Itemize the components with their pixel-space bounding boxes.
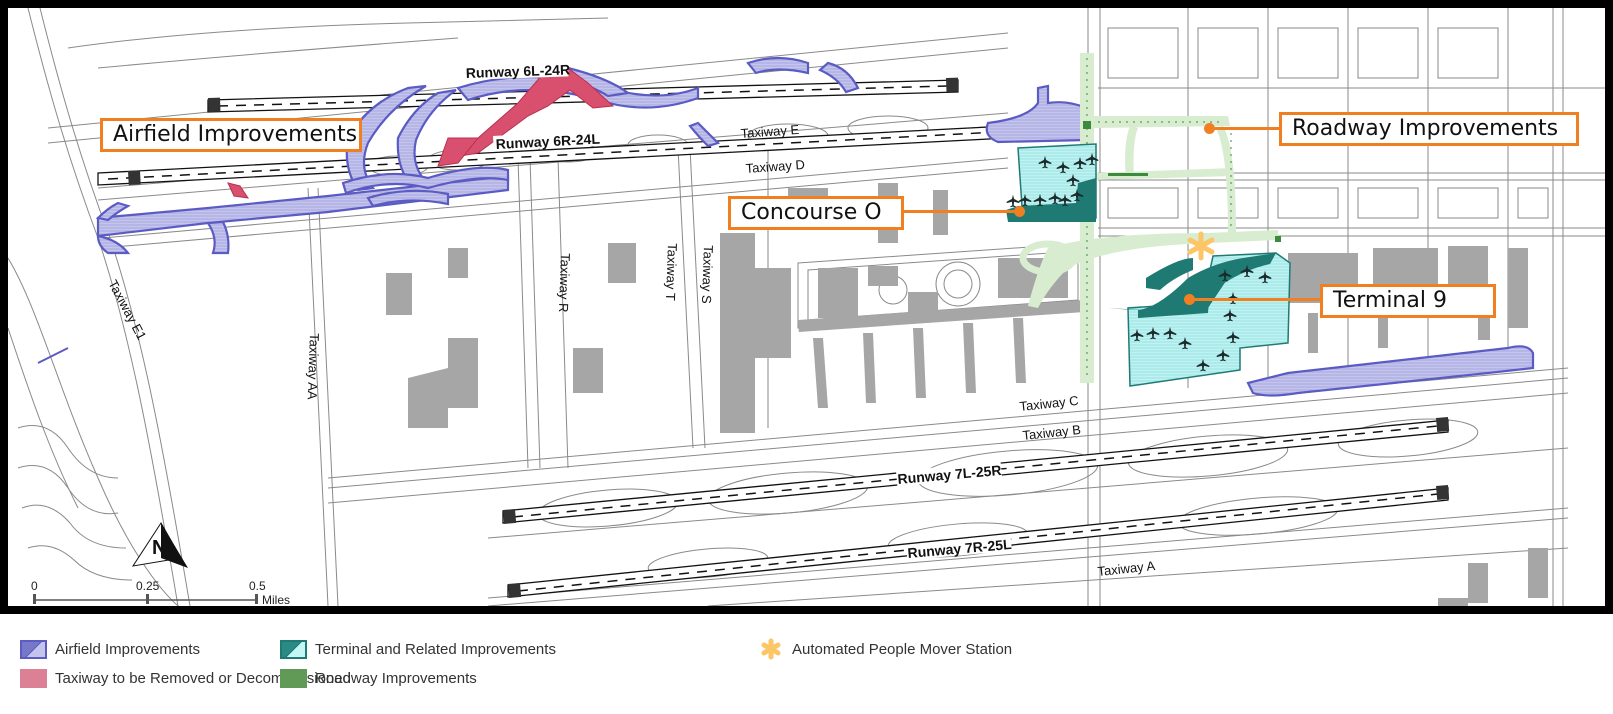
- map-frame: Runway 6L-24R Runway 6R-24L Runway 7L-25…: [0, 0, 1613, 614]
- north-arrow-icon: N: [131, 522, 191, 568]
- legend-label-airfield: Airfield Improvements: [55, 641, 201, 658]
- legend-swatch-taxiway-removed: [20, 669, 47, 688]
- leader-terminal-9: [1190, 298, 1322, 301]
- scale-unit: Miles: [262, 593, 290, 606]
- north-arrow-label: N: [152, 537, 166, 559]
- leader-concourse-o: [904, 210, 1020, 213]
- terminal-9-area[interactable]: [1083, 252, 1291, 387]
- legend-item-airfield: Airfield Improvements: [20, 640, 200, 659]
- map-legend: Airfield Improvements Taxiway to be Remo…: [0, 614, 1613, 714]
- leader-dot-concourse-o: [1014, 206, 1025, 217]
- scale-bar: 0 0.25 0.5 Miles: [31, 579, 290, 606]
- legend-label-roadway: Roadway Improvements: [315, 670, 477, 687]
- leader-dot-terminal-9: [1184, 294, 1195, 305]
- runway-label-7l-25r: Runway 7L-25R: [897, 462, 1002, 487]
- callout-concourse-o: Concourse O: [728, 196, 904, 230]
- legend-swatch-airfield: [20, 640, 47, 659]
- taxiway-label-b: Taxiway B: [1022, 422, 1082, 443]
- callout-terminal-9: Terminal 9: [1320, 284, 1496, 318]
- runway-label-7r-25l: Runway 7R-25L: [907, 536, 1013, 561]
- scale-tick-025: 0.25: [136, 579, 160, 593]
- scale-tick-05: 0.5: [249, 579, 266, 593]
- taxiway-label-c: Taxiway C: [1019, 393, 1079, 414]
- taxiway-label-aa: Taxiway AA: [305, 333, 322, 400]
- taxiway-label-d: Taxiway D: [745, 157, 805, 176]
- legend-label-terminal: Terminal and Related Improvements: [315, 641, 556, 658]
- legend-swatch-roadway: [280, 669, 307, 688]
- legend-label-apm: Automated People Mover Station: [792, 640, 1013, 658]
- callout-roadway-improvements: Roadway Improvements: [1279, 112, 1579, 146]
- callout-airfield-improvements: Airfield Improvements: [100, 118, 362, 152]
- legend-item-roadway: Roadway Improvements: [280, 669, 477, 688]
- apm-station-legend-icon: [761, 638, 781, 660]
- leader-roadway: [1211, 127, 1281, 130]
- legend-swatch-terminal: [280, 640, 307, 659]
- leader-dot-roadway: [1204, 123, 1215, 134]
- taxiway-label-t: Taxiway T: [663, 243, 680, 301]
- scale-tick-0: 0: [31, 579, 38, 593]
- taxiway-label-a: Taxiway A: [1097, 558, 1156, 579]
- taxiway-label-e1: Taxiway E1: [105, 277, 149, 342]
- taxiway-label-r: Taxiway R: [556, 253, 573, 313]
- legend-item-apm: Automated People Mover Station: [760, 638, 1012, 660]
- taxiway-label-s: Taxiway S: [699, 245, 716, 304]
- legend-item-terminal: Terminal and Related Improvements: [280, 640, 556, 659]
